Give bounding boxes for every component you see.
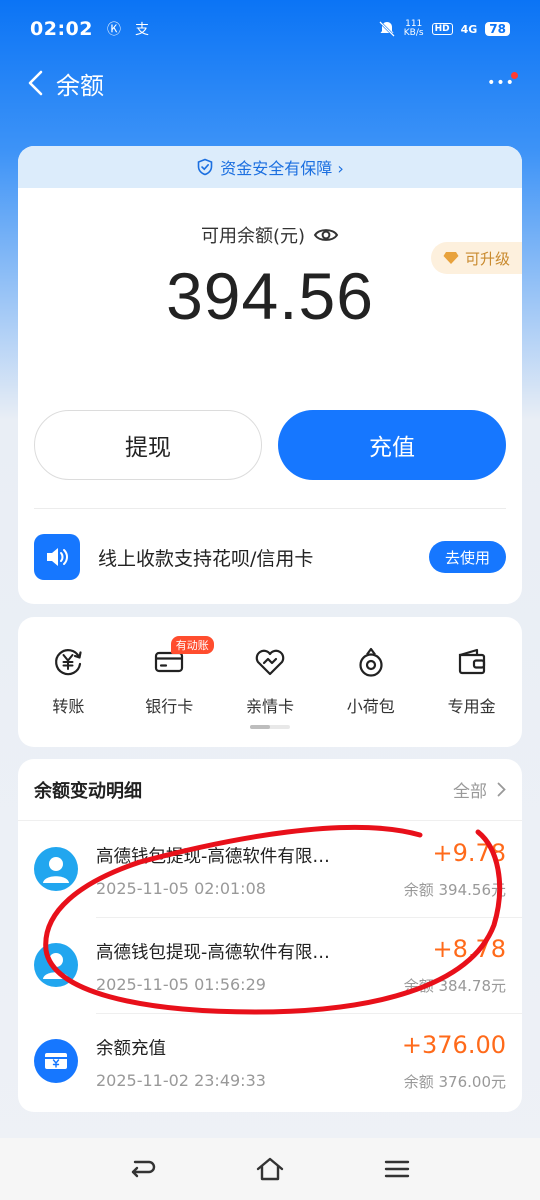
- back-arrow-icon: [28, 70, 43, 96]
- transactions-card: 余额变动明细 全部 高德钱包提现-高德软件有限公司… +9.78 2025-11…: [18, 759, 522, 1112]
- view-all-button[interactable]: 全部: [453, 777, 506, 802]
- transaction-balance: 余额 384.78元: [403, 977, 506, 995]
- home-icon: [256, 1157, 284, 1181]
- net-speed-unit: KB/s: [403, 28, 424, 38]
- shortcut-label: 转账: [52, 697, 85, 716]
- page-title: 余额: [56, 71, 104, 100]
- safety-banner-text: 资金安全有保障 ›: [220, 159, 344, 178]
- divider: [34, 508, 506, 509]
- top-nav: 余额 •••: [0, 58, 540, 108]
- battery-icon: 78: [485, 22, 510, 36]
- system-menu-button[interactable]: [377, 1149, 417, 1189]
- menu-icon: [384, 1160, 409, 1178]
- status-app-icon-alipay: 支: [134, 22, 149, 38]
- shortcut-label: 小荷包: [346, 697, 395, 716]
- balance-amount: 394.56: [166, 259, 374, 333]
- transfer-icon: [51, 645, 85, 679]
- transaction-name: 高德钱包提现-高德软件有限公司…: [96, 847, 336, 867]
- activity-tag: 有动账: [170, 636, 214, 654]
- transaction-date: 2025-11-02 23:49:33: [96, 1071, 266, 1090]
- transaction-balance: 余额 376.00元: [403, 1073, 506, 1091]
- system-home-button[interactable]: [250, 1149, 290, 1189]
- transaction-row[interactable]: 高德钱包提现-高德软件有限公司… +9.78 2025-11-05 02:01:…: [18, 821, 522, 917]
- back-button[interactable]: [10, 58, 60, 108]
- shortcut-bank-card[interactable]: 有动账 银行卡: [119, 636, 220, 717]
- shortcut-pouch[interactable]: 小荷包: [320, 645, 421, 717]
- status-indicators: 111 KB/s HD 4G 78: [378, 20, 510, 38]
- system-back-icon: [132, 1160, 156, 1178]
- wallet-icon: [455, 645, 489, 679]
- notification-dot: [511, 72, 518, 79]
- net-speed: 111 KB/s: [404, 20, 424, 38]
- transactions-title: 余额变动明细: [34, 780, 142, 802]
- status-app-icon-k: Ⓚ: [106, 22, 121, 38]
- safety-banner[interactable]: 资金安全有保障 ›: [18, 146, 522, 188]
- signal-icon: 4G: [460, 22, 478, 36]
- system-nav-bar: [0, 1138, 540, 1200]
- transaction-date: 2025-11-05 01:56:29: [96, 975, 266, 994]
- topup-icon: [34, 1039, 78, 1083]
- shortcut-transfer[interactable]: 转账: [18, 645, 119, 717]
- topup-button[interactable]: 充值: [278, 410, 506, 480]
- shortcut-family-card[interactable]: 亲情卡: [220, 645, 321, 717]
- chevron-right-icon: [497, 782, 506, 797]
- transaction-date: 2025-11-05 02:01:08: [96, 879, 266, 898]
- transaction-name: 高德钱包提现-高德软件有限公司…: [96, 943, 336, 963]
- balance-card: 资金安全有保障 › 可用余额(元) 可升级 394.56 提现 充值 线上收款支…: [18, 146, 522, 604]
- shield-check-icon: [197, 158, 213, 176]
- shortcut-label: 专用金: [447, 697, 496, 716]
- transaction-amount: +376.00: [401, 1031, 506, 1059]
- mute-bell-icon: [378, 21, 395, 37]
- transactions-header: 余额变动明细 全部: [18, 759, 522, 821]
- shortcut-wallet[interactable]: 专用金: [421, 645, 522, 717]
- shortcuts-card: 转账 有动账 银行卡 亲情卡 小荷包 专用金: [18, 617, 522, 747]
- system-back-button[interactable]: [123, 1149, 163, 1189]
- promo-text: 线上收款支持花呗/信用卡: [98, 547, 314, 570]
- shortcut-label: 银行卡: [145, 697, 194, 716]
- balance-label: 可用余额(元): [200, 226, 306, 247]
- family-card-icon: [253, 645, 287, 679]
- status-bar: 02:02 Ⓚ 支 111 KB/s HD 4G 78: [0, 0, 540, 58]
- speaker-icon: [34, 534, 80, 580]
- shortcut-label: 亲情卡: [245, 697, 294, 716]
- user-avatar-icon: [34, 943, 78, 987]
- status-time: 02:02: [30, 18, 93, 40]
- shortcut-list: 转账 有动账 银行卡 亲情卡 小荷包 专用金: [18, 636, 522, 717]
- transaction-row[interactable]: 余额充值 +376.00 2025-11-02 23:49:33 余额 376.…: [18, 1013, 522, 1109]
- transaction-amount: +9.78: [432, 839, 506, 867]
- promo-use-button[interactable]: 去使用: [428, 541, 506, 573]
- transaction-balance: 余额 394.56元: [403, 881, 506, 899]
- promo-row: 线上收款支持花呗/信用卡 去使用: [34, 534, 506, 580]
- view-all-label: 全部: [453, 782, 487, 802]
- transaction-row[interactable]: 高德钱包提现-高德软件有限公司… +8.78 2025-11-05 01:56:…: [18, 917, 522, 1013]
- eye-icon[interactable]: [313, 226, 339, 244]
- more-menu-button[interactable]: •••: [486, 68, 518, 98]
- withdraw-button[interactable]: 提现: [34, 410, 262, 480]
- transaction-name: 余额充值: [96, 1039, 166, 1059]
- transaction-amount: +8.78: [432, 935, 506, 963]
- user-avatar-icon: [34, 847, 78, 891]
- page-indicator: [250, 725, 290, 729]
- pouch-icon: [354, 645, 388, 679]
- hd-badge: HD: [431, 23, 453, 35]
